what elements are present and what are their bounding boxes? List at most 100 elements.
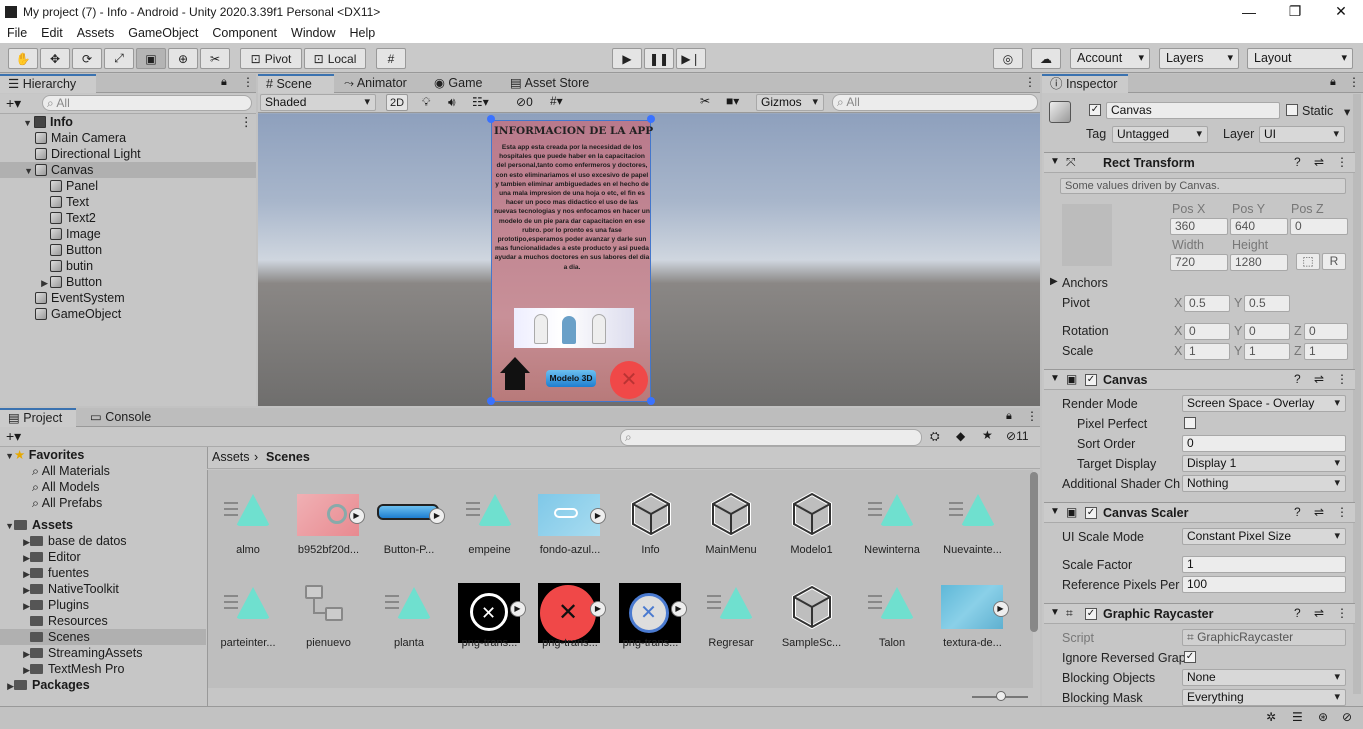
assets-folder[interactable]: ▼ Assets [0,517,206,533]
asset-item[interactable]: almo [216,484,296,564]
object-name-input[interactable]: Canvas [1106,102,1280,119]
tools-icon[interactable]: ✂ [700,94,710,108]
asset-folder-item[interactable]: ▶ StreamingAssets [0,645,206,661]
component-menu-icon[interactable]: ⋮ [1336,505,1348,519]
hierarchy-item[interactable]: GameObject [0,306,256,322]
handle-tr[interactable] [647,115,655,123]
scale-y-field[interactable]: 1 [1244,343,1290,360]
asset-item[interactable]: MainMenu [699,484,779,564]
handle-tl[interactable] [487,115,495,123]
raycaster-enabled-checkbox[interactable]: ✓ [1085,608,1097,620]
favorite-star-icon[interactable]: ★ [982,428,993,442]
tab-console[interactable]: ▭ Console [82,408,158,427]
packages-folder[interactable]: ▶ Packages [0,677,206,693]
asset-scrollbar[interactable] [1030,472,1038,632]
canvas-preview[interactable]: INFORMACION DE LA APP Esta app esta crea… [491,120,653,402]
height-field[interactable]: 1280 [1230,254,1288,271]
handle-bl[interactable] [487,397,495,405]
scale-z-field[interactable]: 1 [1304,343,1348,360]
tab-inspector[interactable]: ⓘ Inspector [1042,74,1128,93]
expand-play-icon[interactable]: ▶ [992,601,1009,617]
posz-field[interactable]: 0 [1290,218,1348,235]
local-toggle[interactable]: ⊡ Local [304,48,366,69]
layout-dropdown[interactable]: Layout [1247,48,1353,69]
hierarchy-item[interactable]: Directional Light [0,146,256,162]
rect-tool-icon[interactable]: ▣ [136,48,166,69]
scale-x-field[interactable]: 1 [1184,343,1230,360]
asset-item[interactable]: ✕ ▶ png-trans... [538,577,618,657]
filter-label-icon[interactable]: ◆ [956,429,965,443]
menu-file[interactable]: File [0,26,34,40]
anchors-label[interactable]: Anchors [1062,276,1108,290]
hierarchy-item[interactable]: ▶ Button [0,274,256,290]
tab-game[interactable]: ◉ Game [426,74,502,93]
expand-arrow-icon[interactable]: ▶ [20,566,30,582]
help-icon[interactable]: ? [1294,372,1301,386]
anchor-preset-widget[interactable] [1062,204,1112,266]
account-dropdown[interactable]: Account [1070,48,1150,69]
favorite-item[interactable]: ⌕ All Prefabs [0,495,206,511]
cloud-icon[interactable]: ☁ [1031,48,1061,69]
pivot-x-field[interactable]: 0.5 [1184,295,1230,312]
asset-item[interactable]: pienuevo [297,577,377,657]
asset-item[interactable]: Modelo1 [780,484,860,564]
hierarchy-item[interactable]: ▼ Canvas [0,162,256,178]
home-icon[interactable] [500,357,530,393]
tab-scene[interactable]: # Scene [258,74,334,93]
progress-icon[interactable]: ☰ [1292,710,1303,724]
handle-br[interactable] [647,397,655,405]
asset-folder-item[interactable]: ▶ TextMesh Pro [0,661,206,677]
asset-item[interactable]: ▶ Button-P... [377,484,457,564]
hidden-objects-icon[interactable]: ⊘0 [516,95,533,109]
blocking-objects-dropdown[interactable]: None [1182,669,1346,686]
inspector-more-icon[interactable]: ⋮ [1348,75,1360,89]
breadcrumb-scenes[interactable]: Scenes [266,450,310,464]
pivot-y-field[interactable]: 0.5 [1244,295,1290,312]
asset-folder-item[interactable]: ▶ base de datos [0,533,206,549]
pixel-perfect-checkbox[interactable] [1184,417,1196,429]
camera-icon[interactable]: ■▾ [726,94,739,108]
modelo-3d-button[interactable]: Modelo 3D [546,370,596,387]
menu-component[interactable]: Component [205,26,284,40]
menu-window[interactable]: Window [284,26,342,40]
transform-tool-icon[interactable]: ⊕ [168,48,198,69]
pivot-toggle[interactable]: ⊡ Pivot [240,48,302,69]
grid-icon[interactable]: #▾ [550,94,563,108]
rot-z-field[interactable]: 0 [1304,323,1348,340]
rot-y-field[interactable]: 0 [1244,323,1290,340]
scale-factor-field[interactable]: 1 [1182,556,1346,573]
hidden-packages-icon[interactable]: ⊘11 [1006,429,1029,443]
asset-item[interactable]: Newinterna [860,484,940,564]
expand-play-icon[interactable]: ▶ [590,601,606,617]
custom-tool-icon[interactable]: ✂ [200,48,230,69]
grid-snap-icon[interactable]: # [376,48,406,69]
target-display-dropdown[interactable]: Display 1 [1182,455,1346,472]
expand-play-icon[interactable]: ▶ [590,508,606,524]
hierarchy-item[interactable]: butin [0,258,256,274]
move-tool-icon[interactable]: ✥ [40,48,70,69]
asset-item[interactable]: SampleSc... [780,577,860,657]
expand-arrow-icon[interactable]: ▼ [4,518,14,534]
tab-project[interactable]: ▤ Project [0,408,76,427]
help-icon[interactable]: ? [1294,155,1301,169]
help-icon[interactable]: ? [1294,505,1301,519]
component-menu-icon[interactable]: ⋮ [1336,155,1348,169]
scene-more-icon[interactable]: ⋮ [1024,75,1036,89]
rot-x-field[interactable]: 0 [1184,323,1230,340]
menu-assets[interactable]: Assets [70,26,122,40]
project-lock-icon[interactable]: 🔒︎ [1006,410,1012,423]
layer-dropdown[interactable]: UI [1259,126,1345,143]
tag-dropdown[interactable]: Untagged [1112,126,1208,143]
network-icon[interactable]: ⊛ [1318,710,1328,724]
filter-type-icon[interactable]: ⛭ [930,429,940,444]
asset-folder-item[interactable]: ▶ Editor [0,549,206,565]
expand-arrow-icon[interactable]: ▶ [20,598,30,614]
shader-channels-dropdown[interactable]: Nothing [1182,475,1346,492]
presets-icon[interactable]: ⇌ [1314,505,1324,519]
rotate-tool-icon[interactable]: ⟳ [72,48,102,69]
canvas-enabled-checkbox[interactable]: ✓ [1085,374,1097,386]
asset-item[interactable]: planta [377,577,457,657]
expand-arrow-icon[interactable]: ▶ [4,678,14,694]
component-menu-icon[interactable]: ⋮ [1336,606,1348,620]
asset-item[interactable]: ▶ b952bf20d... [296,484,377,564]
